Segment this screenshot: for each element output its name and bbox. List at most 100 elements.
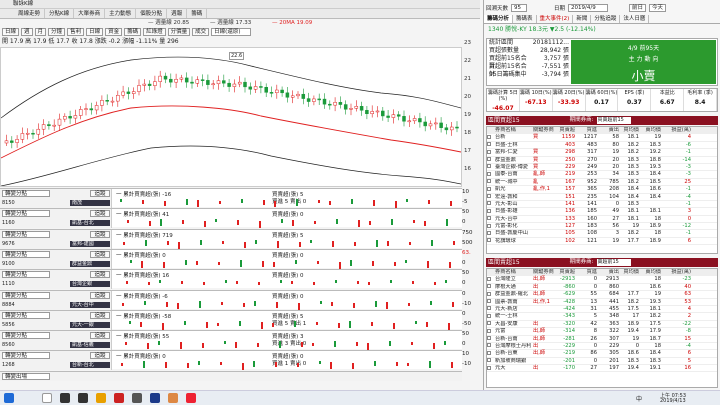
checkbox-icon[interactable] — [487, 230, 491, 235]
sell-row[interactable]: 台灣摩根士丹利出 -229 0 229 0 18 -4 — [487, 343, 717, 351]
right-tab-5[interactable]: 法人日曆 — [620, 15, 650, 23]
sell-row[interactable]: 元大 出 -170 27 197 19.4 19.1 16 — [487, 365, 717, 373]
buy-row[interactable]: 凱光 亂,作,1 157 365 208 18.4 18.6 -1 — [487, 186, 717, 194]
track-button-2[interactable]: 追蹤 — [90, 230, 110, 238]
broker-code-0[interactable]: 8150 — [2, 200, 30, 206]
buy-checkbox[interactable] — [487, 201, 495, 207]
task-view-icon[interactable] — [60, 393, 70, 403]
toolbar-select[interactable]: 日線(還原) — [211, 28, 252, 36]
broker-tag-8[interactable]: 台新-台北 — [70, 362, 110, 369]
buy-checkbox[interactable] — [487, 157, 495, 163]
broker-code-1[interactable]: 1160 — [2, 220, 30, 226]
broker-code-5[interactable]: 8884 — [2, 302, 30, 308]
checkbox-icon[interactable] — [487, 223, 491, 228]
broker-code-7[interactable]: 8560 — [2, 342, 30, 348]
checkbox-icon[interactable] — [487, 157, 491, 162]
checkbox-icon[interactable] — [487, 171, 491, 176]
buy-checkbox[interactable] — [487, 186, 495, 192]
sell-checkbox[interactable] — [487, 321, 495, 327]
app-icon-1[interactable] — [78, 393, 88, 403]
buy-row[interactable]: 日盛-士林 403 483 80 18.2 18.3 -6 — [487, 142, 717, 150]
sell-checkbox[interactable] — [487, 336, 495, 342]
broker-code-8[interactable]: 1268 — [2, 362, 30, 368]
checkbox-icon[interactable] — [487, 186, 491, 191]
buy-row[interactable]: 宏遠-敦和 151 235 104 18.4 18.4 -4 — [487, 194, 717, 201]
left-tab-1[interactable]: 分點K線 — [45, 9, 75, 18]
toolbar-button-2[interactable]: 月 — [34, 28, 47, 36]
broker-tag-1[interactable]: 凱基-台北 — [70, 220, 110, 227]
checkbox-icon[interactable] — [487, 291, 491, 296]
sell-checkbox[interactable] — [487, 328, 495, 334]
sell-row[interactable]: 摩根大通 出 -860 0 860 18.6 40 — [487, 284, 717, 292]
checkbox-icon[interactable] — [487, 238, 491, 243]
checkbox-icon[interactable] — [487, 179, 491, 184]
left-tab-5[interactable]: 週報 — [167, 9, 188, 18]
folder-icon[interactable] — [96, 393, 106, 403]
lookback-input[interactable]: 95 — [511, 3, 528, 12]
checkbox-icon[interactable] — [487, 321, 491, 326]
track-button-3[interactable]: 追蹤 — [90, 250, 110, 258]
buy-checkbox[interactable] — [487, 179, 495, 185]
buy-checkbox[interactable] — [487, 223, 495, 229]
toolbar-button-9[interactable]: 分價量 — [167, 28, 191, 36]
checkbox-icon[interactable] — [487, 299, 491, 304]
checkbox-icon[interactable] — [487, 142, 491, 147]
checkbox-icon[interactable] — [487, 328, 491, 333]
right-tab-4[interactable]: 分點追蹤 — [591, 15, 621, 23]
broker-select-7[interactable]: 轉變分點 — [2, 332, 50, 340]
broker-tag-4[interactable]: 台灣企銀 — [70, 281, 110, 288]
toolbar-button-4[interactable]: 售利 — [67, 28, 85, 36]
left-tab-2[interactable]: 大單券商 — [74, 9, 106, 18]
checkbox-icon[interactable] — [487, 306, 491, 311]
broker-select-1[interactable]: 轉變分點 — [2, 210, 50, 218]
sell-checkbox[interactable] — [487, 313, 495, 319]
buy-row[interactable]: 元大-彰山 141 141 0 18.3 -1 — [487, 201, 717, 209]
track-button-1[interactable]: 追蹤 — [90, 210, 110, 218]
buy-row[interactable]: 國泰-台南 亂,師 219 253 34 18.3 18.4 -3 — [487, 171, 717, 179]
broker-tag-3[interactable]: 群益金鼎 — [70, 260, 110, 267]
checkbox-icon[interactable] — [487, 313, 491, 318]
sell-row[interactable]: 台新-台南 出,師 -281 26 307 19 18.7 15 — [487, 336, 717, 343]
checkbox-icon[interactable] — [487, 216, 491, 221]
sell-checkbox[interactable] — [487, 291, 495, 297]
sell-checkbox[interactable] — [487, 343, 495, 349]
track-button-7[interactable]: 追蹤 — [90, 332, 110, 340]
sell-row[interactable]: 群益金鼎-羅北 出,師 -629 55 684 17.7 19 63 — [487, 291, 717, 299]
sell-row[interactable]: 元富 出,師 -314 8 322 19.4 17.9 -8 — [487, 328, 717, 336]
buy-checkbox[interactable] — [487, 208, 495, 214]
buy-row[interactable]: 群益金鼎 買 250 270 20 18.3 18.8 -14 — [487, 157, 717, 164]
buy-checkbox[interactable] — [487, 164, 495, 170]
sell-checkbox[interactable] — [487, 358, 495, 364]
buy-checkbox[interactable] — [487, 238, 495, 244]
left-tab-4[interactable]: 個股分點 — [136, 9, 168, 18]
checkbox-icon[interactable] — [487, 365, 491, 370]
start-icon[interactable] — [4, 393, 14, 403]
bottom-select[interactable]: 轉變出場 — [2, 373, 50, 380]
toolbar-button-5[interactable]: 日線 — [86, 28, 104, 36]
sell-checkbox[interactable] — [487, 306, 495, 312]
broker-tag-7[interactable]: 凱基-信義 — [70, 342, 110, 349]
sell-row[interactable]: 統一-士林 -343 5 348 17 18.2 2 — [487, 313, 717, 321]
toolbar-button-7[interactable]: 籌碼 — [124, 28, 142, 36]
prev-day-button[interactable]: 前日 — [629, 3, 647, 12]
sell-checkbox[interactable] — [487, 276, 495, 282]
broker-code-3[interactable]: 9100 — [2, 261, 30, 267]
buy-row[interactable]: 日盛-敦慶中山 105 108 3 18.2 18 -1 — [487, 230, 717, 238]
checkbox-icon[interactable] — [487, 208, 491, 213]
date-input[interactable]: 2019/4/9 — [568, 3, 609, 12]
left-tab-6[interactable]: 籌碼 — [187, 9, 208, 18]
sell-row[interactable]: 元大-新店 -424 31 455 17.5 18.1 4 — [487, 306, 717, 314]
checkbox-icon[interactable] — [487, 201, 491, 206]
buy-checkbox[interactable] — [487, 134, 495, 140]
track-button-8[interactable]: 追蹤 — [90, 352, 110, 360]
buy-row[interactable]: 元富-彰化 127 183 56 19 18.9 -12 — [487, 223, 717, 231]
clock-date[interactable]: 2019/4/13 — [660, 398, 686, 404]
checkbox-icon[interactable] — [487, 284, 491, 289]
checkbox-icon[interactable] — [487, 343, 491, 348]
app-icon-4[interactable] — [150, 393, 160, 403]
ime-indicator[interactable]: 中 — [636, 394, 642, 403]
sell-row[interactable]: 國票-敦南 出,作,1 -428 13 441 18.2 19.3 53 — [487, 299, 717, 306]
right-tab-2[interactable]: 重大事件(2) — [537, 15, 574, 23]
toolbar-button-1[interactable]: 週 — [21, 28, 33, 36]
buy-checkbox[interactable] — [487, 142, 495, 148]
